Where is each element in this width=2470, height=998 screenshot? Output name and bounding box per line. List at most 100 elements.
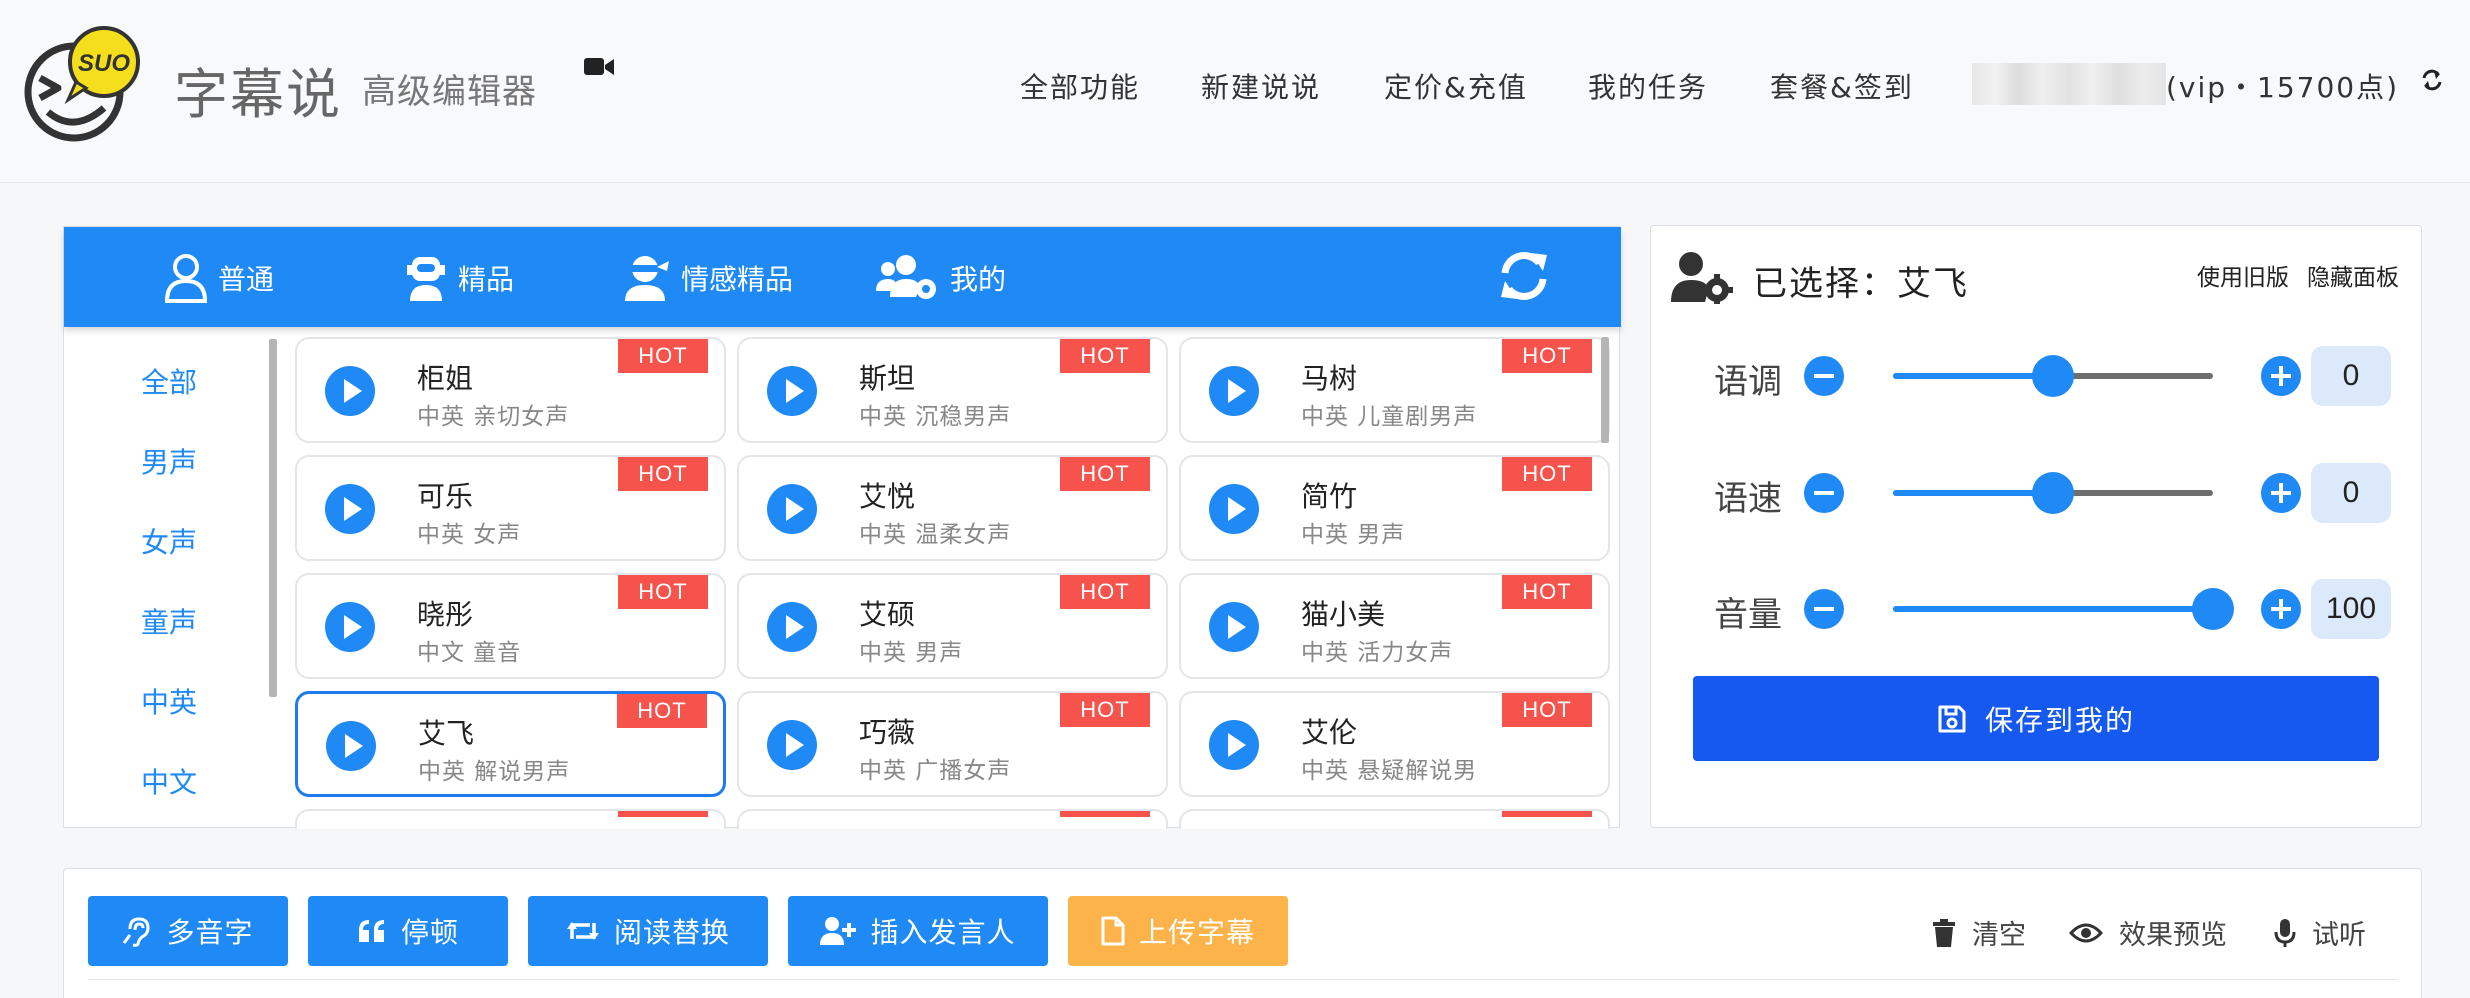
toolbar-divider [88,979,2398,980]
nav-my-tasks[interactable]: 我的任务 [1588,66,1708,106]
voice-name: 猫小美 [1301,598,1386,631]
play-icon[interactable] [767,366,817,416]
voice-desc: 中英 男声 [859,640,964,666]
filter-chinese[interactable]: 中文 [64,761,274,801]
voice-card-partial[interactable] [737,809,1168,829]
voice-card-selected[interactable]: 艾飞 中英 解说男声 HOT [295,691,726,797]
tab-emotion-premium[interactable]: 情感精品 [619,251,793,305]
tab-premium[interactable]: 精品 [404,251,514,305]
editor-subtitle: 高级编辑器 [362,72,537,112]
hot-badge-partial [1502,811,1592,817]
volume-value[interactable]: 100 [2311,579,2391,639]
play-icon[interactable] [325,484,375,534]
voice-card-partial[interactable] [295,809,726,829]
use-old-version-link[interactable]: 使用旧版 [2197,258,2289,292]
pitch-value[interactable]: 0 [2311,346,2391,406]
pitch-label: 语调 [1714,362,1782,402]
save-label: 保存到我的 [1984,703,2135,737]
voice-card[interactable]: 可乐 中英 女声 HOT [295,455,726,561]
clear-button[interactable]: 清空 [1932,913,2026,952]
play-icon[interactable] [767,720,817,770]
speed-value[interactable]: 0 [2311,463,2391,523]
play-icon[interactable] [325,602,375,652]
pitch-slider[interactable] [1893,355,2213,397]
sync-icon[interactable] [2420,68,2444,92]
pitch-increase-button[interactable] [2261,356,2301,396]
play-icon[interactable] [1209,484,1259,534]
hot-badge-partial [618,811,708,817]
voice-card[interactable]: 艾硕 中英 男声 HOT [737,573,1168,679]
speed-slider[interactable] [1893,472,2213,514]
filter-female[interactable]: 女声 [64,521,274,561]
vip-points[interactable]: (vip・15700点) [2166,66,2399,106]
nav-package-checkin[interactable]: 套餐&签到 [1770,66,1914,106]
speed-label: 语速 [1714,479,1782,519]
refresh-icon[interactable] [1497,249,1551,303]
filter-male[interactable]: 男声 [64,441,274,481]
nav-pricing-recharge[interactable]: 定价&充值 [1384,66,1528,106]
play-icon[interactable] [767,602,817,652]
username-redacted[interactable] [1972,63,2166,105]
voice-card[interactable]: 艾悦 中英 温柔女声 HOT [737,455,1168,561]
button-label: 上传字幕 [1138,916,1255,949]
play-icon[interactable] [1209,366,1259,416]
retweet-icon [566,922,599,940]
slider-knob[interactable] [2032,472,2074,514]
top-header: SUO 字幕说 高级编辑器 全部功能 新建说说 定价&充值 我的任务 套餐&签到… [0,0,2470,183]
tab-normal[interactable]: 普通 [164,251,274,305]
voice-card[interactable]: 柜姐 中英 亲切女声 HOT [295,337,726,443]
volume-increase-button[interactable] [2261,589,2301,629]
ninja-user-icon [625,256,669,301]
upload-subtitle-button[interactable]: 上传字幕 [1068,896,1288,966]
button-label: 停顿 [400,916,459,949]
voice-card[interactable]: 简竹 中英 男声 HOT [1179,455,1610,561]
play-icon[interactable] [767,484,817,534]
filter-chinese-english[interactable]: 中英 [64,681,274,721]
speed-decrease-button[interactable] [1804,473,1844,513]
speed-increase-button[interactable] [2261,473,2301,513]
volume-decrease-button[interactable] [1804,589,1844,629]
reading-replace-button[interactable]: 阅读替换 [528,896,768,966]
voice-card-partial[interactable] [1179,809,1610,829]
voice-card[interactable]: 猫小美 中英 活力女声 HOT [1179,573,1610,679]
voice-card[interactable]: 艾伦 中英 悬疑解说男 HOT [1179,691,1610,797]
insert-speaker-button[interactable]: 插入发言人 [788,896,1048,966]
voice-card[interactable]: 巧薇 中英 广播女声 HOT [737,691,1168,797]
play-icon[interactable] [326,721,376,771]
app-logo[interactable]: SUO [18,24,142,142]
voice-grid-scrollbar[interactable] [1601,337,1609,443]
tab-label: 精品 [458,263,515,296]
play-icon[interactable] [325,366,375,416]
play-icon[interactable] [1209,720,1259,770]
play-icon[interactable] [1209,602,1259,652]
voice-desc: 中英 温柔女声 [859,522,1012,548]
video-camera-icon[interactable] [583,55,615,79]
voice-name: 柜姐 [417,362,474,395]
slider-fill [1893,490,2053,496]
hot-badge-partial [1060,811,1150,817]
voice-card[interactable]: 晓彤 中文 童音 HOT [295,573,726,679]
filter-child[interactable]: 童声 [64,601,274,641]
voice-desc: 中英 沉稳男声 [859,404,1012,430]
slider-knob[interactable] [2192,588,2234,630]
voice-name: 简竹 [1301,480,1358,513]
save-to-mine-button[interactable]: 保存到我的 [1693,676,2379,761]
nav-new-shuoshuo[interactable]: 新建说说 [1201,66,1321,106]
tab-mine[interactable]: 我的 [876,251,1006,305]
filter-scrollbar[interactable] [269,339,277,697]
voice-desc: 中英 男声 [1301,522,1406,548]
voice-card[interactable]: 马树 中英 儿童剧男声 HOT [1179,337,1610,443]
pause-button[interactable]: 停顿 [308,896,508,966]
nav-all-features[interactable]: 全部功能 [1020,66,1140,106]
pitch-decrease-button[interactable] [1804,356,1844,396]
slider-knob[interactable] [2032,355,2074,397]
voice-card[interactable]: 斯坦 中英 沉稳男声 HOT [737,337,1168,443]
voice-name: 晓彤 [417,598,474,631]
filter-all[interactable]: 全部 [64,361,274,401]
polyphone-button[interactable]: 多音字 [88,896,288,966]
hide-panel-link[interactable]: 隐藏面板 [2307,258,2399,292]
effect-preview-button[interactable]: 效果预览 [2069,913,2227,952]
tab-label: 情感精品 [681,263,794,296]
volume-slider[interactable] [1893,588,2234,630]
listen-button[interactable]: 试听 [2274,913,2366,952]
